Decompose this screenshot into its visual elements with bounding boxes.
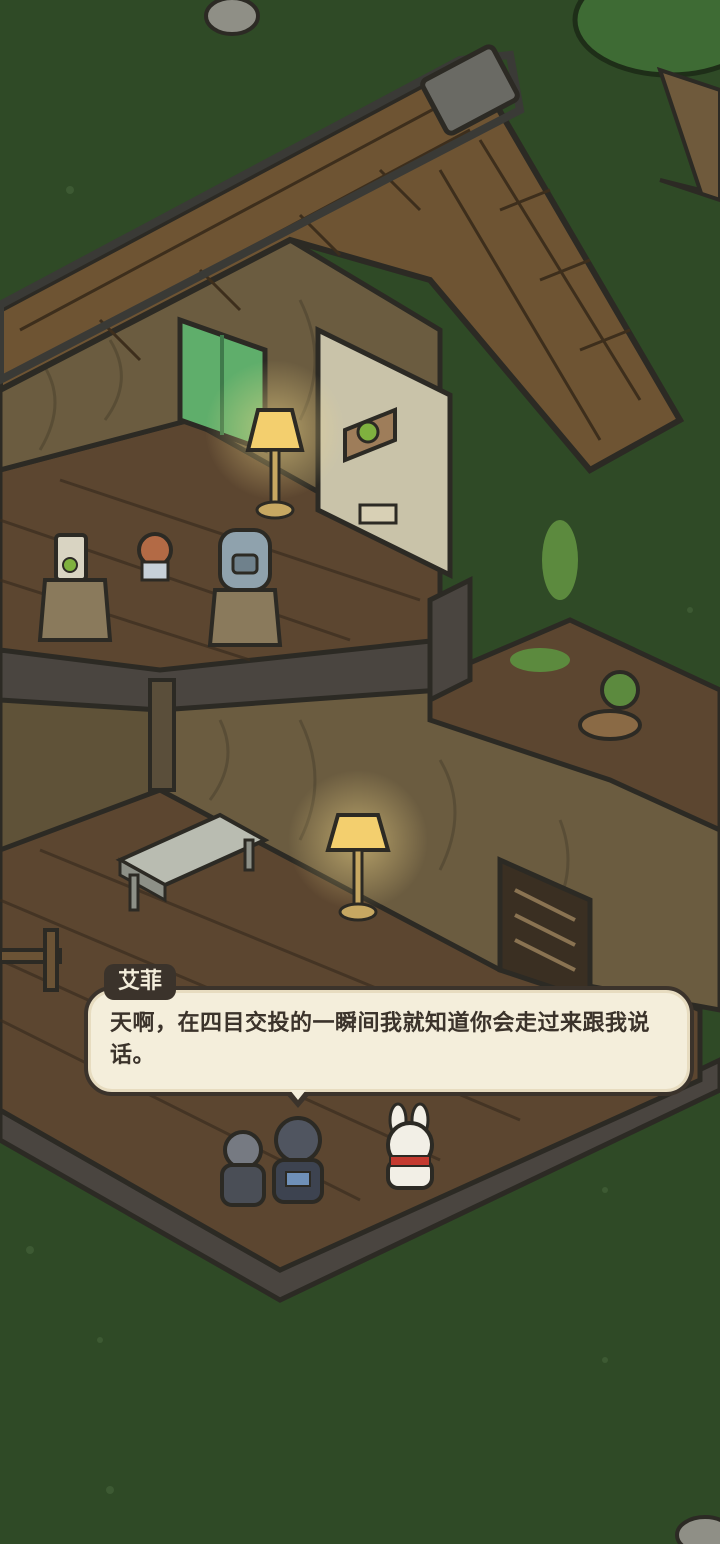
rock-bottom-right	[675, 1515, 720, 1544]
game-scene[interactable]: 艾菲 天啊，在四目交投的一瞬间我就知道你会走过来跟我说话。	[0, 0, 720, 1544]
npc-wolf[interactable]	[272, 1116, 324, 1204]
dialog-text: 天啊，在四目交投的一瞬间我就知道你会走过来跟我说话。	[110, 1011, 651, 1068]
speaker-name: 艾菲	[118, 969, 163, 994]
world-map[interactable]	[0, 0, 720, 1544]
rock-top	[204, 0, 260, 36]
cat-figurine[interactable]	[137, 532, 173, 582]
speaker-name-tag: 艾菲	[104, 964, 177, 1000]
dialog-tail	[286, 1090, 310, 1108]
npc-afei[interactable]	[220, 1130, 266, 1207]
dialog-box[interactable]: 天啊，在四目交投的一瞬间我就知道你会走过来跟我说话。	[84, 986, 694, 1108]
